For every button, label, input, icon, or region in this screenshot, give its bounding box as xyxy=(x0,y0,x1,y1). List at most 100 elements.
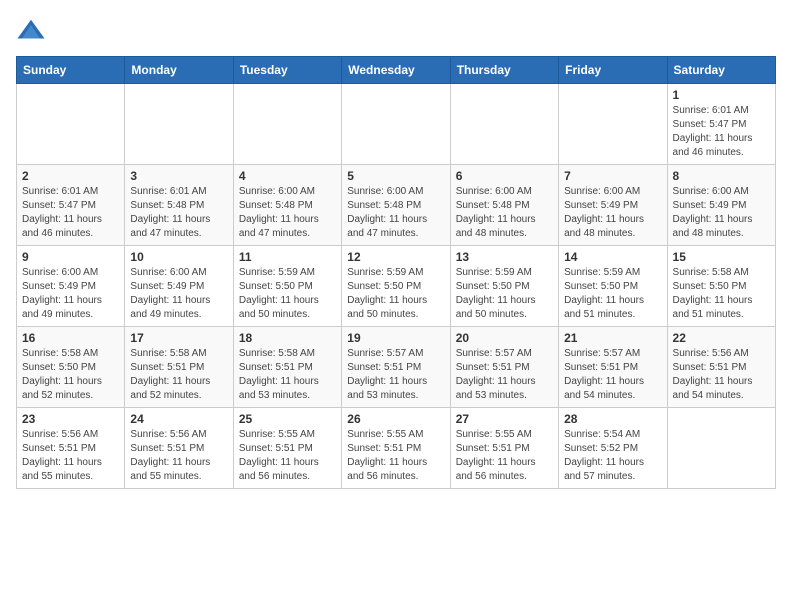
day-info: Sunrise: 5:56 AM Sunset: 5:51 PM Dayligh… xyxy=(673,347,770,403)
day-number: 18 xyxy=(239,331,336,345)
day-info: Sunrise: 5:55 AM Sunset: 5:51 PM Dayligh… xyxy=(239,428,336,484)
day-info: Sunrise: 5:58 AM Sunset: 5:51 PM Dayligh… xyxy=(239,347,336,403)
calendar-day-cell: 1 Sunrise: 6:01 AM Sunset: 5:47 PM Daylig… xyxy=(667,84,775,165)
calendar-day-cell: 9 Sunrise: 6:00 AM Sunset: 5:49 PM Daylig… xyxy=(17,246,125,327)
day-number: 10 xyxy=(130,250,227,264)
day-number: 24 xyxy=(130,412,227,426)
calendar-week-row: 2 Sunrise: 6:01 AM Sunset: 5:47 PM Daylig… xyxy=(17,165,776,246)
day-info: Sunrise: 5:59 AM Sunset: 5:50 PM Dayligh… xyxy=(456,266,553,322)
day-number: 27 xyxy=(456,412,553,426)
day-number: 15 xyxy=(673,250,770,264)
day-number: 4 xyxy=(239,169,336,183)
day-info: Sunrise: 5:57 AM Sunset: 5:51 PM Dayligh… xyxy=(347,347,444,403)
calendar-week-row: 9 Sunrise: 6:00 AM Sunset: 5:49 PM Daylig… xyxy=(17,246,776,327)
calendar-week-row: 23 Sunrise: 5:56 AM Sunset: 5:51 PM Dayli… xyxy=(17,408,776,489)
day-number: 5 xyxy=(347,169,444,183)
day-info: Sunrise: 5:59 AM Sunset: 5:50 PM Dayligh… xyxy=(347,266,444,322)
calendar-day-cell xyxy=(450,84,558,165)
day-info: Sunrise: 6:00 AM Sunset: 5:49 PM Dayligh… xyxy=(564,185,661,241)
day-info: Sunrise: 5:57 AM Sunset: 5:51 PM Dayligh… xyxy=(564,347,661,403)
day-number: 12 xyxy=(347,250,444,264)
calendar-day-cell: 25 Sunrise: 5:55 AM Sunset: 5:51 PM Dayli… xyxy=(233,408,341,489)
calendar-day-cell: 21 Sunrise: 5:57 AM Sunset: 5:51 PM Dayli… xyxy=(559,327,667,408)
calendar-day-cell: 18 Sunrise: 5:58 AM Sunset: 5:51 PM Dayli… xyxy=(233,327,341,408)
calendar-day-cell: 26 Sunrise: 5:55 AM Sunset: 5:51 PM Dayli… xyxy=(342,408,450,489)
calendar-day-cell: 20Sunrise: 5:57 AM Sunset: 5:51 PM Dayli… xyxy=(450,327,558,408)
calendar-day-cell: 13 Sunrise: 5:59 AM Sunset: 5:50 PM Dayli… xyxy=(450,246,558,327)
calendar-header-row: SundayMondayTuesdayWednesdayThursdayFrid… xyxy=(17,57,776,84)
calendar-day-cell: 24 Sunrise: 5:56 AM Sunset: 5:51 PM Dayli… xyxy=(125,408,233,489)
calendar-day-cell: 22Sunrise: 5:56 AM Sunset: 5:51 PM Dayli… xyxy=(667,327,775,408)
day-number: 8 xyxy=(673,169,770,183)
day-info: Sunrise: 5:58 AM Sunset: 5:50 PM Dayligh… xyxy=(673,266,770,322)
day-info: Sunrise: 6:01 AM Sunset: 5:47 PM Dayligh… xyxy=(673,104,770,160)
day-number: 1 xyxy=(673,88,770,102)
day-info: Sunrise: 5:55 AM Sunset: 5:51 PM Dayligh… xyxy=(347,428,444,484)
day-of-week-header: Wednesday xyxy=(342,57,450,84)
day-info: Sunrise: 5:55 AM Sunset: 5:51 PM Dayligh… xyxy=(456,428,553,484)
day-number: 9 xyxy=(22,250,119,264)
calendar-day-cell xyxy=(233,84,341,165)
calendar-week-row: 1 Sunrise: 6:01 AM Sunset: 5:47 PM Daylig… xyxy=(17,84,776,165)
day-of-week-header: Saturday xyxy=(667,57,775,84)
calendar-day-cell: 4 Sunrise: 6:00 AM Sunset: 5:48 PM Daylig… xyxy=(233,165,341,246)
day-of-week-header: Sunday xyxy=(17,57,125,84)
day-of-week-header: Tuesday xyxy=(233,57,341,84)
calendar-day-cell: 17Sunrise: 5:58 AM Sunset: 5:51 PM Dayli… xyxy=(125,327,233,408)
day-info: Sunrise: 6:00 AM Sunset: 5:49 PM Dayligh… xyxy=(130,266,227,322)
day-number: 7 xyxy=(564,169,661,183)
day-of-week-header: Monday xyxy=(125,57,233,84)
calendar-day-cell: 7 Sunrise: 6:00 AM Sunset: 5:49 PM Daylig… xyxy=(559,165,667,246)
day-info: Sunrise: 5:54 AM Sunset: 5:52 PM Dayligh… xyxy=(564,428,661,484)
day-info: Sunrise: 5:56 AM Sunset: 5:51 PM Dayligh… xyxy=(22,428,119,484)
calendar-day-cell: 11 Sunrise: 5:59 AM Sunset: 5:50 PM Dayli… xyxy=(233,246,341,327)
calendar-day-cell: 15 Sunrise: 5:58 AM Sunset: 5:50 PM Dayli… xyxy=(667,246,775,327)
calendar-day-cell: 10 Sunrise: 6:00 AM Sunset: 5:49 PM Dayli… xyxy=(125,246,233,327)
page-header xyxy=(16,16,776,46)
calendar-day-cell xyxy=(342,84,450,165)
calendar-day-cell xyxy=(125,84,233,165)
calendar-day-cell: 8 Sunrise: 6:00 AM Sunset: 5:49 PM Daylig… xyxy=(667,165,775,246)
calendar-day-cell: 6Sunrise: 6:00 AM Sunset: 5:48 PM Daylig… xyxy=(450,165,558,246)
calendar-day-cell xyxy=(17,84,125,165)
calendar-day-cell: 28 Sunrise: 5:54 AM Sunset: 5:52 PM Dayli… xyxy=(559,408,667,489)
day-number: 28 xyxy=(564,412,661,426)
day-number: 3 xyxy=(130,169,227,183)
day-number: 25 xyxy=(239,412,336,426)
day-info: Sunrise: 6:00 AM Sunset: 5:49 PM Dayligh… xyxy=(673,185,770,241)
calendar-day-cell: 5 Sunrise: 6:00 AM Sunset: 5:48 PM Daylig… xyxy=(342,165,450,246)
day-number: 16 xyxy=(22,331,119,345)
day-info: Sunrise: 6:01 AM Sunset: 5:47 PM Dayligh… xyxy=(22,185,119,241)
calendar-day-cell: 12 Sunrise: 5:59 AM Sunset: 5:50 PM Dayli… xyxy=(342,246,450,327)
day-number: 21 xyxy=(564,331,661,345)
day-number: 23 xyxy=(22,412,119,426)
calendar-day-cell: 19 Sunrise: 5:57 AM Sunset: 5:51 PM Dayli… xyxy=(342,327,450,408)
calendar-day-cell: 16 Sunrise: 5:58 AM Sunset: 5:50 PM Dayli… xyxy=(17,327,125,408)
day-info: Sunrise: 5:56 AM Sunset: 5:51 PM Dayligh… xyxy=(130,428,227,484)
day-info: Sunrise: 6:01 AM Sunset: 5:48 PM Dayligh… xyxy=(130,185,227,241)
day-info: Sunrise: 5:57 AM Sunset: 5:51 PM Dayligh… xyxy=(456,347,553,403)
day-number: 13 xyxy=(456,250,553,264)
logo xyxy=(16,16,50,46)
day-info: Sunrise: 5:58 AM Sunset: 5:50 PM Dayligh… xyxy=(22,347,119,403)
day-number: 14 xyxy=(564,250,661,264)
calendar-table: SundayMondayTuesdayWednesdayThursdayFrid… xyxy=(16,56,776,489)
day-number: 11 xyxy=(239,250,336,264)
day-number: 19 xyxy=(347,331,444,345)
day-number: 26 xyxy=(347,412,444,426)
day-info: Sunrise: 6:00 AM Sunset: 5:48 PM Dayligh… xyxy=(239,185,336,241)
calendar-week-row: 16 Sunrise: 5:58 AM Sunset: 5:50 PM Dayli… xyxy=(17,327,776,408)
calendar-day-cell: 23 Sunrise: 5:56 AM Sunset: 5:51 PM Dayli… xyxy=(17,408,125,489)
calendar-day-cell: 2 Sunrise: 6:01 AM Sunset: 5:47 PM Daylig… xyxy=(17,165,125,246)
day-info: Sunrise: 6:00 AM Sunset: 5:48 PM Dayligh… xyxy=(347,185,444,241)
day-info: Sunrise: 5:59 AM Sunset: 5:50 PM Dayligh… xyxy=(564,266,661,322)
day-number: 2 xyxy=(22,169,119,183)
calendar-day-cell: 3 Sunrise: 6:01 AM Sunset: 5:48 PM Daylig… xyxy=(125,165,233,246)
day-number: 6 xyxy=(456,169,553,183)
day-info: Sunrise: 5:59 AM Sunset: 5:50 PM Dayligh… xyxy=(239,266,336,322)
day-number: 17 xyxy=(130,331,227,345)
calendar-day-cell xyxy=(559,84,667,165)
logo-icon xyxy=(16,16,46,46)
day-info: Sunrise: 6:00 AM Sunset: 5:49 PM Dayligh… xyxy=(22,266,119,322)
calendar-day-cell xyxy=(667,408,775,489)
